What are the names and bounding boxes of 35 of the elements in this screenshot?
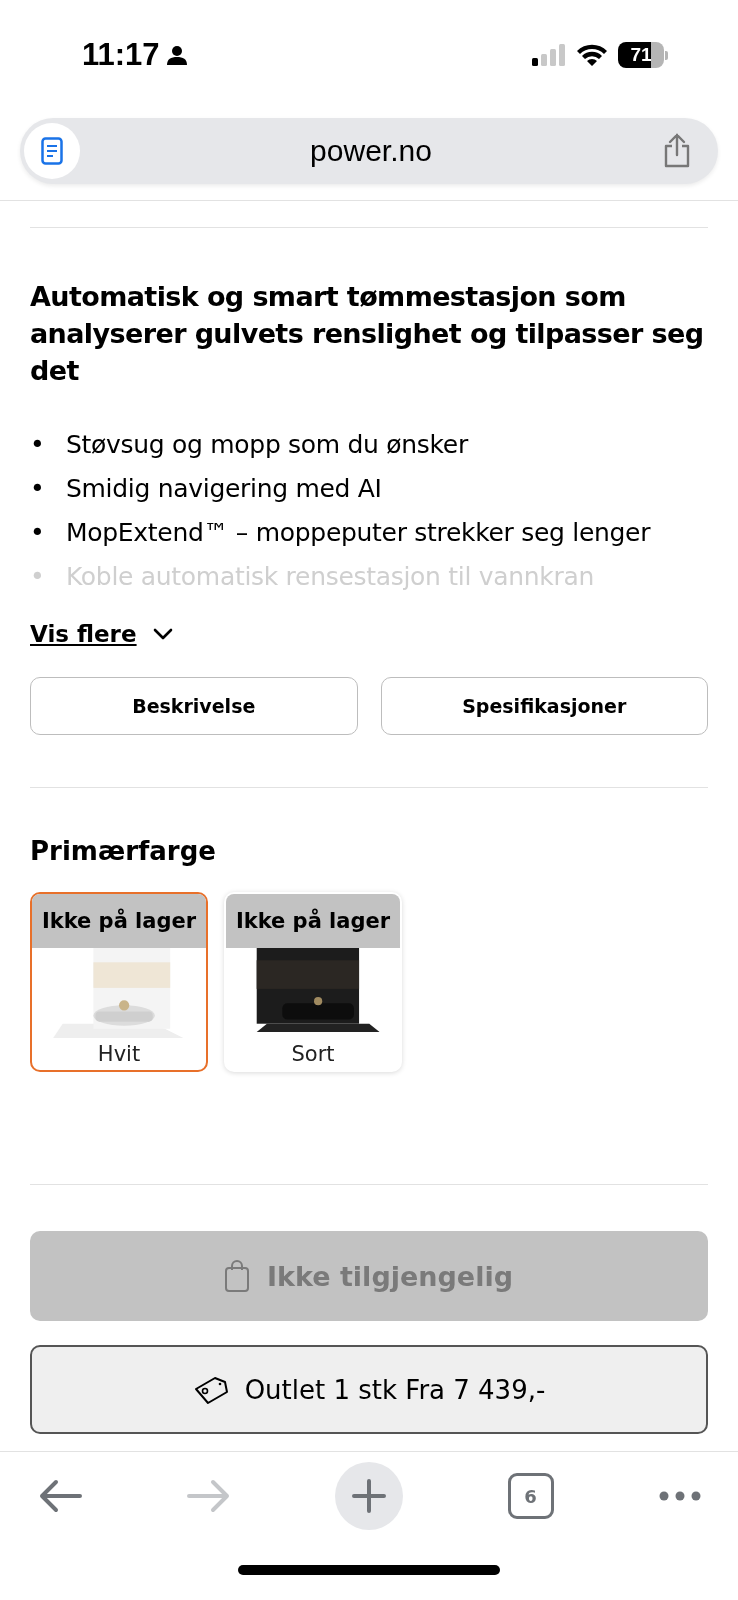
wifi-icon	[576, 43, 608, 67]
bullet-mark: •	[30, 518, 46, 548]
stock-badge: Ikke på lager	[32, 894, 206, 948]
tab-button[interactable]: Beskrivelse	[30, 677, 358, 735]
more-icon[interactable]	[658, 1490, 702, 1502]
bullet-mark: •	[30, 430, 46, 460]
show-more-link[interactable]: Vis flere	[30, 621, 173, 647]
back-arrow-icon[interactable]	[38, 1479, 82, 1513]
person-icon	[165, 44, 188, 66]
section-title: Primærfarge	[30, 836, 217, 866]
tab-count-button[interactable]: 6	[507, 1473, 554, 1519]
color-option-card[interactable]: Ikke på lager Hvit	[30, 892, 208, 1072]
product-heading: Automatisk og smart tømmestasjon som analyserer gulvets renslighet og tilpasser seg det	[30, 280, 705, 388]
bullet-mark: •	[30, 474, 46, 504]
share-icon[interactable]	[662, 133, 692, 169]
document-icon	[41, 137, 63, 165]
address-bar[interactable]: power.no	[20, 118, 718, 184]
reader-button[interactable]	[24, 123, 80, 179]
price-tag-icon	[192, 1374, 229, 1405]
feature-item: Støvsug og mopp som du ønsker	[66, 429, 468, 461]
color-name: Hvit	[96, 1041, 142, 1066]
bullet-mark: •	[30, 562, 46, 592]
color-option-card[interactable]: Ikke på lager Sort	[224, 892, 402, 1072]
chevron-down-icon	[152, 628, 173, 640]
signal-icon	[532, 44, 566, 66]
color-name: Sort	[290, 1041, 336, 1066]
outlet-button[interactable]: Outlet 1 stk Fra 7 439,-	[30, 1345, 708, 1434]
feature-item: Smidig navigering med AI	[66, 473, 382, 505]
tab-button[interactable]: Spesifikasjoner	[380, 677, 708, 735]
plus-icon	[352, 1479, 386, 1513]
feature-item: MopExtend™ – moppeputer strekker seg lenger	[66, 517, 651, 549]
shopping-bag-icon	[225, 1260, 249, 1292]
url-text: power.no	[309, 134, 433, 168]
clock-time: 11:17	[82, 37, 160, 73]
stock-badge: Ikke på lager	[226, 894, 400, 948]
